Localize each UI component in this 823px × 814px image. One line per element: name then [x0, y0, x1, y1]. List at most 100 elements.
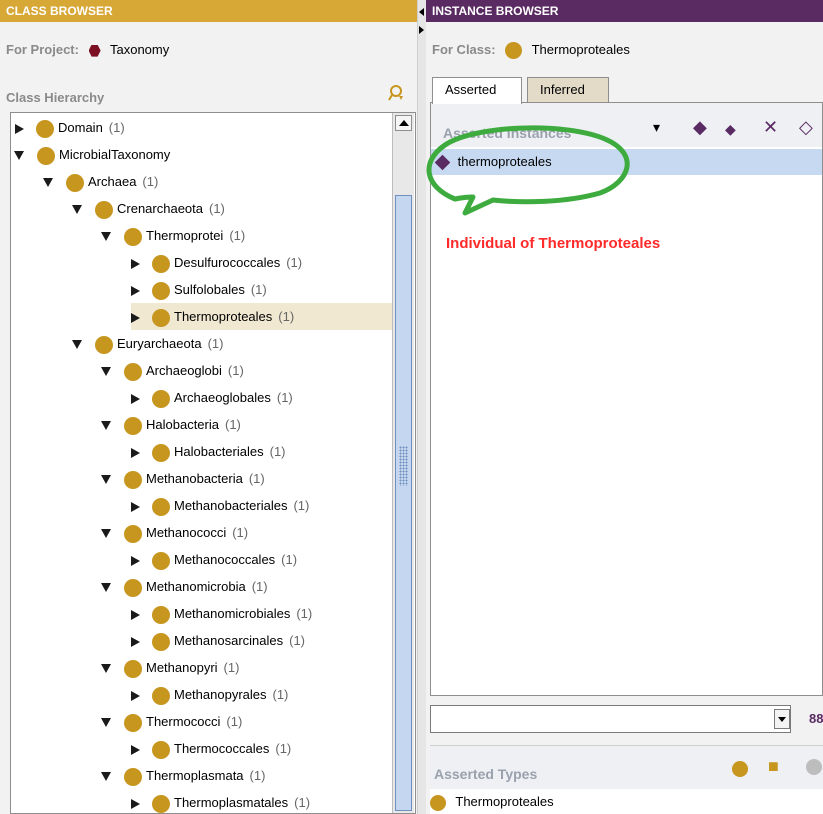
tree-node[interactable]: Archaea (1) — [43, 168, 158, 195]
collapse-left-icon[interactable] — [419, 8, 424, 16]
class-tree[interactable]: Domain (1) MicrobialTaxonomy Archaea (1) Cren… — [10, 112, 416, 814]
configure-instance-icon[interactable]: ◇ — [799, 117, 813, 138]
tree-node[interactable]: Halobacteria (1) — [101, 411, 241, 438]
tree-node-label: Halobacteria — [146, 417, 219, 432]
type-icon — [430, 794, 446, 811]
expanded-triangle-icon[interactable] — [101, 718, 111, 728]
class-icon — [36, 119, 54, 138]
instance-browser-title: INSTANCE BROWSER — [426, 0, 823, 22]
collapsed-triangle-icon[interactable] — [131, 447, 140, 458]
tree-node[interactable]: Archaeoglobales (1) — [131, 384, 293, 411]
collapsed-triangle-icon[interactable] — [131, 609, 140, 620]
tree-node-label: Methanobacteriales — [174, 498, 288, 513]
types-header: Asserted Types ■ — [430, 745, 823, 789]
collapsed-triangle-icon[interactable] — [131, 501, 140, 512]
binoculars-icon[interactable]: 88 — [809, 711, 823, 726]
tree-node[interactable]: Euryarchaeota (1) — [72, 330, 223, 357]
expanded-triangle-icon[interactable] — [101, 232, 111, 242]
class-icon — [124, 416, 142, 435]
tree-node-label: Methanomicrobiales — [174, 606, 291, 621]
class-icon — [95, 335, 113, 354]
tree-node[interactable]: Methanococci (1) — [101, 519, 248, 546]
collapsed-triangle-icon[interactable] — [131, 744, 140, 755]
class-label: For Class: — [432, 42, 496, 57]
tree-node-count: (1) — [276, 390, 293, 405]
tree-node-count: (1) — [294, 795, 311, 810]
tree-node[interactable]: Methanomicrobia (1) — [101, 573, 268, 600]
tree-node[interactable]: Thermoplasmatales (1) — [131, 789, 311, 813]
view-dropdown-icon[interactable]: ▾ — [653, 119, 660, 136]
tree-node-label: Thermoproteales — [174, 309, 273, 324]
collapsed-triangle-icon[interactable] — [131, 285, 140, 296]
tree-node[interactable]: Desulfurococcales (1) — [131, 249, 302, 276]
project-icon — [88, 44, 101, 57]
collapsed-triangle-icon[interactable] — [131, 312, 140, 323]
collapsed-triangle-icon[interactable] — [131, 798, 140, 809]
class-icon — [95, 200, 113, 219]
create-type-icon[interactable]: ■ — [768, 756, 779, 777]
tree-node[interactable]: MicrobialTaxonomy — [14, 141, 176, 168]
tree-node[interactable]: Methanopyrales (1) — [131, 681, 288, 708]
expanded-triangle-icon[interactable] — [101, 421, 111, 431]
tab-inferred[interactable]: Inferred — [527, 77, 609, 103]
expanded-triangle-icon[interactable] — [43, 178, 53, 188]
expanded-triangle-icon[interactable] — [101, 475, 111, 485]
copy-instance-icon[interactable]: ◆ — [725, 121, 736, 138]
collapsed-triangle-icon[interactable] — [15, 123, 24, 134]
tree-node-count: (1) — [108, 120, 125, 135]
collapsed-triangle-icon[interactable] — [131, 636, 140, 647]
expanded-triangle-icon[interactable] — [72, 205, 82, 215]
tree-node[interactable]: Thermoproteales (1) — [131, 303, 393, 330]
highlight-callout — [426, 125, 630, 216]
tree-node-count: (1) — [223, 660, 240, 675]
scroll-thumb[interactable] — [395, 195, 412, 811]
create-instance-icon[interactable]: ◆ — [693, 117, 707, 138]
tree-node[interactable]: Halobacteriales (1) — [131, 438, 286, 465]
instance-browser-panel: INSTANCE BROWSER For Class: Thermoprotea… — [426, 0, 823, 814]
tree-node[interactable]: Thermococci (1) — [101, 708, 242, 735]
tree-node[interactable]: Archaeoglobi (1) — [101, 357, 244, 384]
class-icon — [66, 173, 84, 192]
tree-node[interactable]: Methanosarcinales (1) — [131, 627, 305, 654]
instance-search-input[interactable] — [430, 705, 791, 733]
tree-node[interactable]: Sulfolobales (1) — [131, 276, 267, 303]
tree-node[interactable]: Domain (1) — [15, 114, 125, 141]
collapsed-triangle-icon[interactable] — [131, 690, 140, 701]
class-icon — [505, 42, 523, 60]
delete-instance-icon[interactable]: ✕ — [763, 117, 778, 138]
expanded-triangle-icon[interactable] — [101, 772, 111, 782]
tree-node[interactable]: Methanobacteriales (1) — [131, 492, 309, 519]
type-row[interactable]: Thermoproteales — [430, 789, 823, 814]
tab-asserted[interactable]: Asserted — [432, 77, 522, 104]
expanded-triangle-icon[interactable] — [101, 367, 111, 377]
remove-type-icon[interactable] — [806, 758, 822, 775]
scroll-up-button[interactable] — [395, 115, 412, 131]
expanded-triangle-icon[interactable] — [101, 583, 111, 593]
expanded-triangle-icon[interactable] — [101, 664, 111, 674]
class-icon — [124, 362, 142, 381]
collapsed-triangle-icon[interactable] — [131, 393, 140, 404]
search-dropdown-button[interactable] — [774, 709, 790, 729]
tree-node[interactable]: Methanobacteria (1) — [101, 465, 265, 492]
tree-node[interactable]: Thermoprotei (1) — [101, 222, 246, 249]
expanded-triangle-icon[interactable] — [72, 340, 82, 350]
expanded-triangle-icon[interactable] — [14, 151, 24, 161]
collapsed-triangle-icon[interactable] — [131, 258, 140, 269]
tree-node-count: (1) — [229, 228, 246, 243]
search-class-icon[interactable] — [388, 84, 408, 104]
tree-node[interactable]: Thermoplasmata (1) — [101, 762, 266, 789]
expanded-triangle-icon[interactable] — [101, 529, 111, 539]
tree-node-count: (1) — [209, 201, 225, 216]
tree-node[interactable]: Methanopyri (1) — [101, 654, 240, 681]
tree-node-count: (1) — [249, 768, 266, 783]
add-type-icon[interactable] — [732, 760, 748, 777]
tree-node[interactable]: Methanococcales (1) — [131, 546, 297, 573]
class-icon — [152, 497, 170, 516]
tree-node[interactable]: Thermococcales (1) — [131, 735, 291, 762]
tree-node[interactable]: Crenarchaeota (1) — [72, 195, 225, 222]
tree-node[interactable]: Methanomicrobiales (1) — [131, 600, 312, 627]
collapse-right-icon[interactable] — [419, 26, 424, 34]
tree-node-count: (1) — [296, 606, 313, 621]
collapsed-triangle-icon[interactable] — [131, 555, 140, 566]
tree-scrollbar[interactable] — [392, 113, 414, 813]
